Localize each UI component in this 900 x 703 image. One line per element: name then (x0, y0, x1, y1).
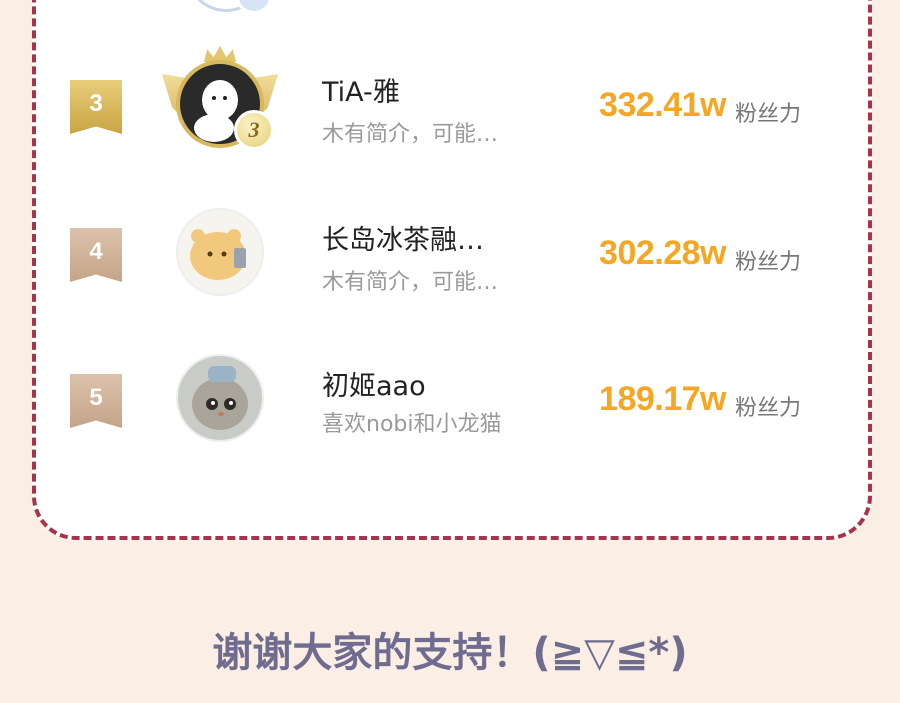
rank-badge-gold: 3 (70, 80, 122, 134)
avatar-frame[interactable] (168, 200, 272, 304)
ranking-row-3[interactable]: 3 3 TiA-雅 木有简介，可能… 332.41w 粉丝力 (0, 46, 900, 168)
user-description: 木有简介，可能… (322, 122, 499, 147)
avatar-frame[interactable] (168, 346, 272, 450)
fans-label: 粉丝力 (735, 250, 802, 275)
fans-label: 粉丝力 (735, 102, 802, 127)
fans-label: 粉丝力 (735, 396, 802, 421)
plush-doll-avatar-icon (192, 366, 248, 430)
user-name[interactable]: TiA-雅 (322, 70, 400, 109)
user-description: 木有简介，可能… (322, 270, 499, 295)
ranking-row-5[interactable]: 5 初姬aao 喜欢nobi和小龙猫 189.17w 粉丝力 (0, 342, 900, 462)
user-name[interactable]: 长岛冰茶融… (322, 218, 484, 257)
avatar (176, 208, 264, 296)
fans-count: 302.28w (599, 234, 726, 272)
rank-badge: 4 (70, 228, 122, 282)
fans-count: 332.41w (599, 86, 726, 124)
user-description: 喜欢nobi和小龙猫 (322, 412, 502, 437)
gold-medal-icon: 3 (234, 110, 274, 150)
ranking-row-4[interactable]: 4 长岛冰茶融… 木有简介，可能… 302.28w 粉丝力 (0, 196, 900, 316)
rank-badge: 5 (70, 374, 122, 428)
thanks-message: 谢谢大家的支持！(≧▽≦*) (212, 630, 688, 676)
avatar (176, 354, 264, 442)
bear-with-phone-avatar-icon (190, 229, 246, 280)
user-name[interactable]: 初姬aao (322, 364, 426, 403)
fans-count: 189.17w (599, 380, 726, 418)
avatar-frame-gold[interactable]: 3 (162, 46, 278, 156)
